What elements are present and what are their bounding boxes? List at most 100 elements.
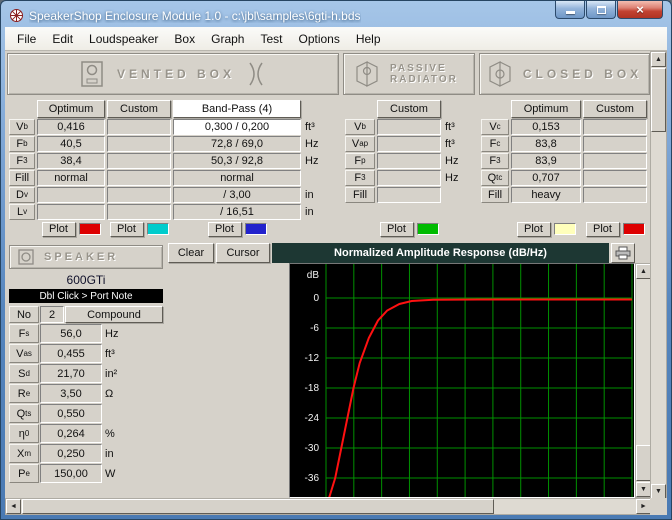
vented-optimum-lv[interactable] — [37, 204, 105, 220]
passive-value-fill[interactable] — [377, 187, 441, 203]
vented-custom-lv[interactable] — [107, 204, 171, 220]
vented-optimum-fill[interactable]: normal — [37, 170, 105, 186]
speaker-value-xm[interactable]: 0,250 — [40, 444, 102, 463]
menu-loudspeaker[interactable]: Loudspeaker — [81, 30, 166, 48]
speaker-no-value[interactable]: 2 — [40, 306, 64, 323]
scroll-up-arrow[interactable]: ▲ — [651, 52, 666, 67]
closed-box-title: CLOSED BOX — [523, 67, 642, 81]
plot-button[interactable]: Plot — [42, 222, 76, 237]
vented-box-title: VENTED BOX — [117, 67, 235, 81]
vented-custom-fill[interactable] — [107, 170, 171, 186]
closed-box-icon — [487, 60, 513, 88]
vented-bandpass-fb[interactable]: 72,8 / 69,0 — [173, 136, 301, 152]
horizontal-scroll-thumb[interactable] — [22, 499, 494, 514]
closed-custom-fill[interactable] — [583, 187, 647, 203]
closed-optimum-fc[interactable]: 83,8 — [511, 136, 581, 152]
vented-port-icon — [245, 61, 267, 87]
speaker-value-sd[interactable]: 21,70 — [40, 364, 102, 383]
closed-custom-fc[interactable] — [583, 136, 647, 152]
passive-row-label-fill: Fill — [345, 187, 375, 203]
vented-bandpass-button[interactable]: Band-Pass (4) — [173, 100, 301, 118]
scroll-right-arrow[interactable]: ► — [636, 499, 651, 514]
menu-help[interactable]: Help — [348, 30, 389, 48]
menu-options[interactable]: Options — [290, 30, 347, 48]
vented-box-panel: Optimum Custom Band-Pass (4) Vb 0,416 0,… — [7, 99, 339, 239]
passive-value-fp[interactable] — [377, 153, 441, 169]
print-button[interactable] — [611, 243, 635, 263]
vented-optimum-button[interactable]: Optimum — [37, 100, 105, 118]
vented-bandpass-lv[interactable]: / 16,51 — [173, 204, 301, 220]
speaker-value-pe[interactable]: 150,00 — [40, 464, 102, 483]
menu-file[interactable]: File — [9, 30, 44, 48]
closed-optimum-f3[interactable]: 83,9 — [511, 153, 581, 169]
menu-edit[interactable]: Edit — [44, 30, 81, 48]
vented-custom-vb[interactable] — [107, 119, 171, 135]
speaker-value-qts[interactable]: 0,550 — [40, 404, 102, 423]
vented-optimum-fb[interactable]: 40,5 — [37, 136, 105, 152]
vented-bandpass-vb[interactable]: 0,300 / 0,200 — [173, 119, 301, 135]
vented-custom-button[interactable]: Custom — [107, 100, 171, 118]
vented-bandpass-dv[interactable]: / 3,00 — [173, 187, 301, 203]
plot-button[interactable]: Plot — [208, 222, 242, 237]
vented-custom-fb[interactable] — [107, 136, 171, 152]
vented-bandpass-fill[interactable]: normal — [173, 170, 301, 186]
plot-button[interactable]: Plot — [586, 222, 620, 237]
vented-row-label-f3: F3 — [9, 153, 35, 169]
port-note-bar[interactable]: Dbl Click > Port Note — [9, 289, 163, 303]
menu-box[interactable]: Box — [166, 30, 203, 48]
vented-bandpass-f3[interactable]: 50,3 / 92,8 — [173, 153, 301, 169]
passive-custom-button[interactable]: Custom — [377, 100, 441, 118]
closed-custom-f3[interactable] — [583, 153, 647, 169]
scroll-down-arrow[interactable]: ▼ — [651, 484, 666, 499]
minimize-button[interactable] — [555, 1, 585, 19]
close-button[interactable]: × — [617, 1, 663, 19]
speaker-value-fs[interactable]: 56,0 — [40, 324, 102, 343]
vented-optimum-f3[interactable]: 38,4 — [37, 153, 105, 169]
vented-row-label-lv: Lv — [9, 204, 35, 220]
maximize-button[interactable] — [586, 1, 616, 19]
speaker-name[interactable]: 600GTi — [7, 271, 165, 289]
scrollbar-corner — [650, 498, 667, 515]
scroll-left-arrow[interactable]: ◄ — [6, 499, 21, 514]
graph-title: Normalized Amplitude Response (dB/Hz) — [334, 247, 547, 259]
closed-optimum-fill[interactable]: heavy — [511, 187, 581, 203]
cursor-button[interactable]: Cursor — [216, 243, 270, 263]
graph-scroll-down-arrow[interactable]: ▼ — [636, 482, 651, 497]
closed-optimum-vc[interactable]: 0,153 — [511, 119, 581, 135]
graph-scroll-up-arrow[interactable]: ▲ — [636, 264, 651, 279]
vented-custom-f3[interactable] — [107, 153, 171, 169]
plot-button[interactable]: Plot — [110, 222, 144, 237]
title-bar[interactable]: SpeakerShop Enclosure Module 1.0 - c:\jb… — [1, 1, 671, 27]
closed-custom-vc[interactable] — [583, 119, 647, 135]
closed-optimum-qtc[interactable]: 0,707 — [511, 170, 581, 186]
vertical-scrollbar[interactable]: ▲ ▼ — [650, 51, 667, 500]
compound-button[interactable]: Compound — [65, 306, 163, 323]
passive-radiator-icon — [354, 60, 380, 88]
vented-row-label-dv: Dv — [9, 187, 35, 203]
caption-buttons: × — [555, 1, 663, 19]
closed-plot-optimum: Plot — [511, 221, 581, 237]
vertical-scroll-thumb[interactable] — [651, 68, 666, 132]
passive-unit-fp: Hz — [443, 153, 471, 169]
horizontal-scrollbar[interactable]: ◄ ► — [5, 498, 652, 515]
closed-row-label-f3: F3 — [481, 153, 509, 169]
menu-test[interactable]: Test — [252, 30, 290, 48]
closed-plot-custom: Plot — [583, 221, 647, 237]
menu-graph[interactable]: Graph — [203, 30, 252, 48]
closed-custom-button[interactable]: Custom — [583, 100, 647, 118]
vented-optimum-dv[interactable] — [37, 187, 105, 203]
vented-optimum-vb[interactable]: 0,416 — [37, 119, 105, 135]
vented-custom-dv[interactable] — [107, 187, 171, 203]
plot-button[interactable]: Plot — [517, 222, 551, 237]
passive-value-f3[interactable] — [377, 170, 441, 186]
speaker-value-re[interactable]: 3,50 — [40, 384, 102, 403]
speaker-value-eta0[interactable]: 0,264 — [40, 424, 102, 443]
plot-button[interactable]: Plot — [380, 222, 414, 237]
clear-button[interactable]: Clear — [168, 243, 214, 263]
closed-optimum-button[interactable]: Optimum — [511, 100, 581, 118]
passive-value-vb[interactable] — [377, 119, 441, 135]
graph-scroll-thumb[interactable] — [636, 445, 651, 481]
speaker-value-vas[interactable]: 0,455 — [40, 344, 102, 363]
closed-custom-qtc[interactable] — [583, 170, 647, 186]
passive-value-vap[interactable] — [377, 136, 441, 152]
